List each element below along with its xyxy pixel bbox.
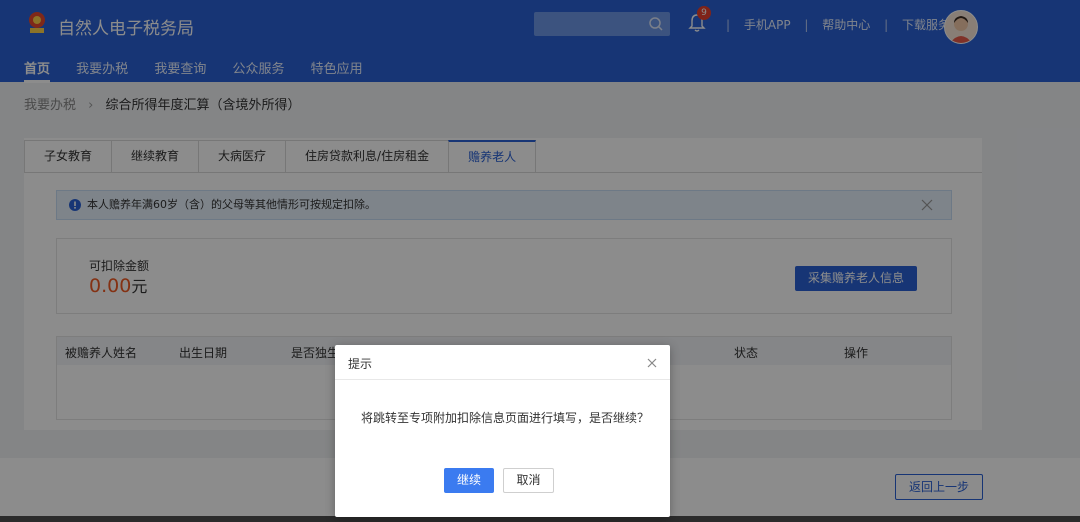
confirm-dialog: 提示 将跳转至专项附加扣除信息页面进行填写，是否继续？ 继续 取消	[335, 345, 670, 517]
cancel-button[interactable]: 取消	[503, 468, 554, 493]
continue-button[interactable]: 继续	[444, 468, 494, 493]
dialog-title: 提示	[348, 357, 373, 371]
dialog-header: 提示	[335, 345, 670, 380]
dialog-message: 将跳转至专项附加扣除信息页面进行填写，是否继续？	[361, 411, 650, 425]
close-icon[interactable]	[647, 358, 657, 368]
